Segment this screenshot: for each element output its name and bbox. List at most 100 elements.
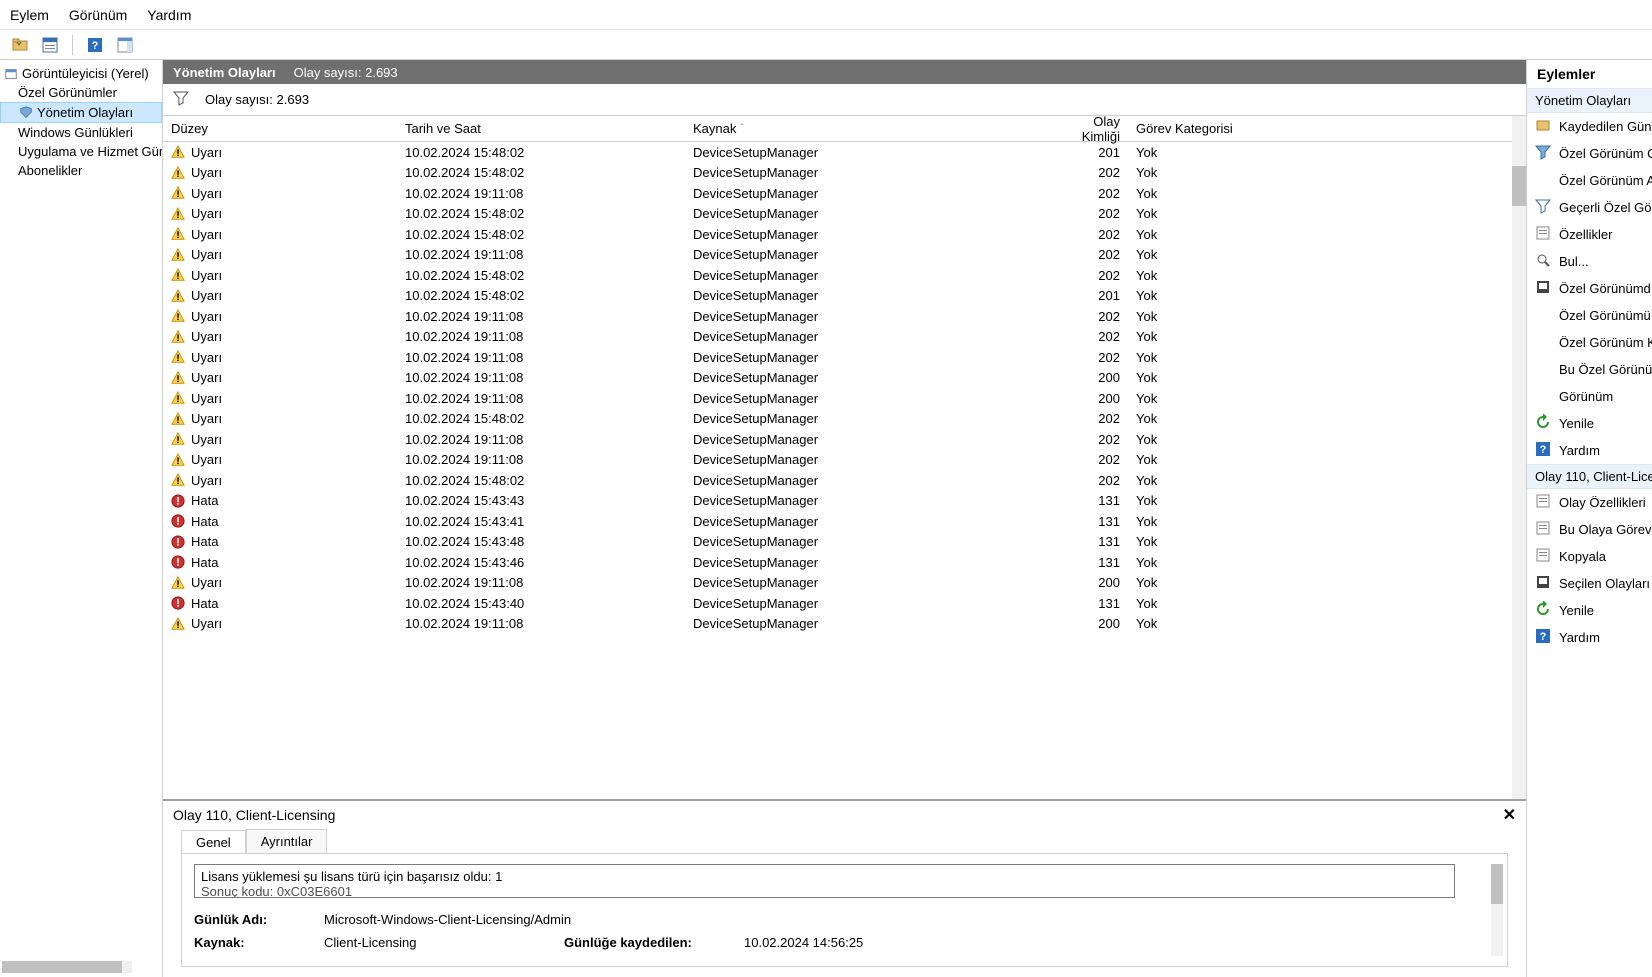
action-item[interactable]: Seçilen Olayları (1527, 570, 1652, 597)
col-source[interactable]: Kaynak (685, 116, 1048, 141)
date-text: 10.02.2024 15:48:02 (397, 411, 685, 426)
level-text: Uyarı (191, 391, 222, 406)
action-icon (1535, 333, 1551, 352)
action-item[interactable]: Bul... (1527, 248, 1652, 275)
action-item[interactable]: Olay Özellikleri (1527, 489, 1652, 516)
action-icon (1535, 493, 1551, 512)
category-text: Yok (1128, 247, 1248, 262)
warning-icon (171, 227, 185, 241)
menu-help[interactable]: Yardım (147, 7, 191, 23)
table-row[interactable]: Uyarı10.02.2024 19:11:08DeviceSetupManag… (163, 347, 1526, 368)
col-level[interactable]: Düzey (163, 116, 397, 141)
category-text: Yok (1128, 227, 1248, 242)
table-row[interactable]: Uyarı10.02.2024 15:48:02DeviceSetupManag… (163, 204, 1526, 225)
table-row[interactable]: Uyarı10.02.2024 19:11:08DeviceSetupManag… (163, 429, 1526, 450)
table-row[interactable]: Uyarı10.02.2024 19:11:08DeviceSetupManag… (163, 368, 1526, 389)
action-item[interactable]: ?Yardım (1527, 437, 1652, 464)
toolbar-properties-icon[interactable] (38, 33, 62, 57)
source-text: DeviceSetupManager (685, 370, 1048, 385)
level-text: Hata (191, 555, 218, 570)
action-item[interactable]: Bu Özel Görünü (1527, 356, 1652, 383)
tree-item-custom-views[interactable]: Özel Görünümler (0, 83, 162, 102)
col-category[interactable]: Görev Kategorisi (1128, 116, 1248, 141)
table-row[interactable]: Uyarı10.02.2024 15:48:02DeviceSetupManag… (163, 409, 1526, 430)
action-item[interactable]: Özel Görünüm O (1527, 140, 1652, 167)
logged-value: 10.02.2024 14:56:25 (744, 935, 863, 950)
event-id-text: 202 (1048, 411, 1128, 426)
action-icon (1535, 414, 1551, 433)
table-row[interactable]: Hata10.02.2024 15:43:46DeviceSetupManage… (163, 552, 1526, 573)
col-date[interactable]: Tarih ve Saat (397, 116, 685, 141)
table-row[interactable]: Hata10.02.2024 15:43:48DeviceSetupManage… (163, 532, 1526, 553)
table-row[interactable]: Uyarı10.02.2024 15:48:02DeviceSetupManag… (163, 286, 1526, 307)
action-item[interactable]: Kopyala (1527, 543, 1652, 570)
action-label: Bul... (1559, 254, 1589, 269)
event-id-text: 200 (1048, 370, 1128, 385)
error-icon (171, 535, 185, 549)
category-text: Yok (1128, 309, 1248, 324)
event-id-text: 202 (1048, 432, 1128, 447)
table-row[interactable]: Uyarı10.02.2024 15:48:02DeviceSetupManag… (163, 265, 1526, 286)
action-item[interactable]: Yenile (1527, 410, 1652, 437)
error-icon (171, 494, 185, 508)
table-row[interactable]: Uyarı10.02.2024 19:11:08DeviceSetupManag… (163, 388, 1526, 409)
date-text: 10.02.2024 15:43:46 (397, 555, 685, 570)
table-row[interactable]: Uyarı10.02.2024 15:48:02DeviceSetupManag… (163, 470, 1526, 491)
action-item[interactable]: Yenile (1527, 597, 1652, 624)
table-row[interactable]: Uyarı10.02.2024 15:48:02DeviceSetupManag… (163, 163, 1526, 184)
action-item[interactable]: Özel Görünümü (1527, 302, 1652, 329)
tab-details[interactable]: Ayrıntılar (246, 829, 328, 853)
action-icon (1535, 279, 1551, 298)
action-item[interactable]: Özel Görünüm K (1527, 329, 1652, 356)
table-row[interactable]: Hata10.02.2024 15:43:43DeviceSetupManage… (163, 491, 1526, 512)
action-icon (1535, 144, 1551, 163)
action-label: Seçilen Olayları (1559, 576, 1650, 591)
table-row[interactable]: Uyarı10.02.2024 15:48:02DeviceSetupManag… (163, 142, 1526, 163)
action-icon (1535, 117, 1551, 136)
table-row[interactable]: Uyarı10.02.2024 19:11:08DeviceSetupManag… (163, 245, 1526, 266)
menu-view[interactable]: Görünüm (69, 7, 127, 23)
close-icon[interactable]: ✕ (1503, 805, 1516, 825)
table-row[interactable]: Uyarı10.02.2024 19:11:08DeviceSetupManag… (163, 614, 1526, 635)
warning-icon (171, 453, 185, 467)
table-row[interactable]: Uyarı10.02.2024 19:11:08DeviceSetupManag… (163, 306, 1526, 327)
table-row[interactable]: Uyarı10.02.2024 19:11:08DeviceSetupManag… (163, 450, 1526, 471)
tree-item-windows-logs[interactable]: Windows Günlükleri (0, 123, 162, 142)
warning-icon (171, 371, 185, 385)
table-vertical-scrollbar[interactable] (1512, 116, 1526, 799)
filter-row: Olay sayısı: 2.693 (163, 84, 1526, 116)
date-text: 10.02.2024 15:43:41 (397, 514, 685, 529)
tab-general[interactable]: Genel (181, 830, 246, 854)
tree-item-app-service-logs[interactable]: Uygulama ve Hizmet Günlükl (0, 142, 162, 161)
menu-action[interactable]: Eylem (10, 7, 49, 23)
col-event-id[interactable]: Olay Kimliği (1048, 116, 1128, 141)
action-item[interactable]: Görünüm (1527, 383, 1652, 410)
table-row[interactable]: Uyarı10.02.2024 15:48:02DeviceSetupManag… (163, 224, 1526, 245)
table-row[interactable]: Hata10.02.2024 15:43:41DeviceSetupManage… (163, 511, 1526, 532)
source-text: DeviceSetupManager (685, 186, 1048, 201)
table-row[interactable]: Uyarı10.02.2024 19:11:08DeviceSetupManag… (163, 183, 1526, 204)
tree-horizontal-scrollbar[interactable] (2, 961, 132, 973)
action-item[interactable]: Geçerli Özel Gör (1527, 194, 1652, 221)
action-item[interactable]: ?Yardım (1527, 624, 1652, 651)
action-item[interactable]: Kaydedilen Gün (1527, 113, 1652, 140)
tree-root[interactable]: Görüntüleyicisi (Yerel) (0, 64, 162, 83)
toolbar-help-icon[interactable]: ? (83, 33, 107, 57)
details-vertical-scrollbar[interactable] (1491, 864, 1503, 956)
action-item[interactable]: Özel Görünüm A (1527, 167, 1652, 194)
tree-item-subscriptions[interactable]: Abonelikler (0, 161, 162, 180)
tree-item-admin-events[interactable]: Yönetim Olayları (0, 102, 162, 123)
toolbar-open-icon[interactable] (8, 33, 32, 57)
toolbar-pane-icon[interactable] (113, 33, 137, 57)
event-id-text: 202 (1048, 350, 1128, 365)
table-row[interactable]: Uyarı10.02.2024 19:11:08DeviceSetupManag… (163, 573, 1526, 594)
toolbar: ? (0, 30, 1652, 60)
table-row[interactable]: Uyarı10.02.2024 19:11:08DeviceSetupManag… (163, 327, 1526, 348)
action-item[interactable]: Bu Olaya Görev (1527, 516, 1652, 543)
action-item[interactable]: Özel Görünümd (1527, 275, 1652, 302)
funnel-icon[interactable] (173, 90, 189, 109)
table-row[interactable]: Hata10.02.2024 15:43:40DeviceSetupManage… (163, 593, 1526, 614)
action-item[interactable]: Özellikler (1527, 221, 1652, 248)
event-id-text: 202 (1048, 247, 1128, 262)
source-text: DeviceSetupManager (685, 247, 1048, 262)
